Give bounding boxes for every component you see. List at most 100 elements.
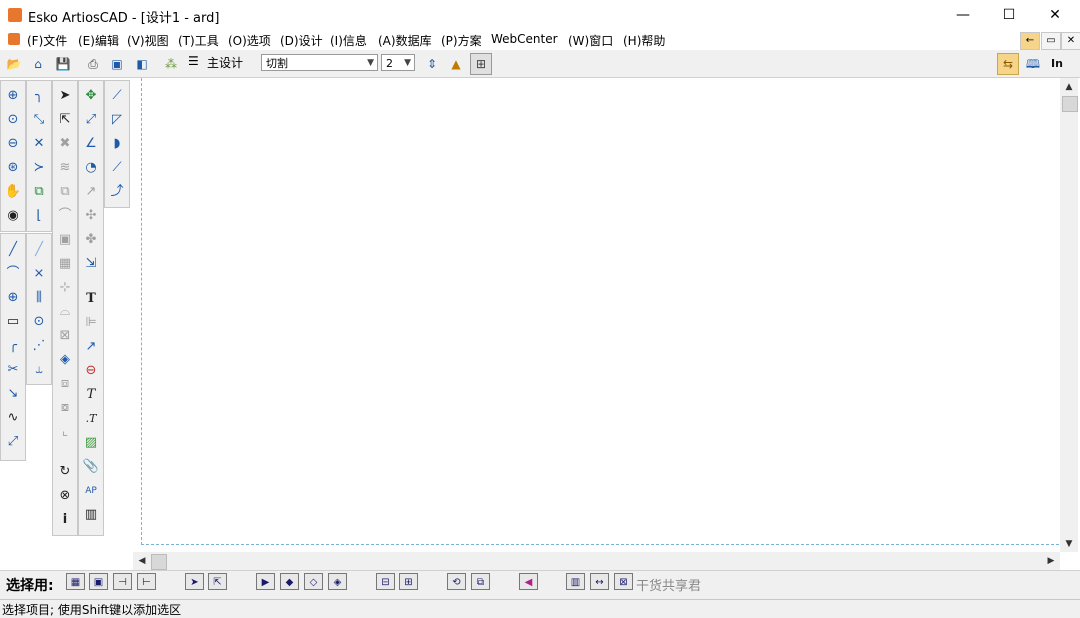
select-all-button[interactable]: ◈ <box>328 573 347 590</box>
select-pointer-button[interactable]: ➤ <box>185 573 204 590</box>
center-icon[interactable]: ⊙ <box>28 311 50 333</box>
scroll-down-icon[interactable]: ▼ <box>1061 536 1077 552</box>
bridge-icon[interactable]: ⥿ <box>28 359 50 381</box>
menu-tools[interactable]: (T)工具 <box>178 32 219 49</box>
curve2-grey-icon[interactable]: ⌓ <box>54 301 76 323</box>
adjust-icon[interactable]: ⤡ <box>28 109 50 131</box>
cross-icon[interactable]: ⨯ <box>28 263 50 285</box>
zoom-in-icon[interactable]: ⊕ <box>2 85 24 107</box>
dim-arc-icon[interactable]: ◗ <box>106 133 128 155</box>
spread-icon[interactable]: ⋰ <box>28 335 50 357</box>
text-italic-icon[interactable]: T <box>80 384 102 406</box>
dimension-icon[interactable]: ▲ <box>445 53 467 75</box>
dim-diag-icon[interactable]: ⟋ <box>106 157 128 179</box>
document-icon[interactable] <box>8 33 20 45</box>
rotate-icon[interactable]: ↻ <box>54 461 76 483</box>
menu-design[interactable]: (D)设计 <box>280 32 323 49</box>
select-multi-button[interactable]: ⇱ <box>208 573 227 590</box>
move-icon[interactable]: ✥ <box>80 85 102 107</box>
scroll-left-icon[interactable]: ◀ <box>134 553 150 569</box>
transform-icon[interactable]: ⇲ <box>80 253 102 275</box>
zoom-extents-icon[interactable]: ⊛ <box>2 157 24 179</box>
vertical-scroll-thumb[interactable] <box>1062 96 1078 112</box>
mdi-restore-left-button[interactable]: ← <box>1020 32 1040 50</box>
menu-window[interactable]: (W)窗口 <box>568 32 613 49</box>
arc-icon[interactable]: ⌒ <box>2 263 24 285</box>
stack-grey-icon[interactable]: ⧈ <box>54 373 76 395</box>
text-bold-icon[interactable]: T <box>80 288 102 310</box>
box3-grey-icon[interactable]: ⊠ <box>54 325 76 347</box>
3d-icon[interactable]: ◧ <box>131 53 153 75</box>
group-grey-icon[interactable]: ⧉ <box>54 181 76 203</box>
menu-info[interactable]: (I)信息 <box>330 32 367 49</box>
circle-icon[interactable]: ⊕ <box>2 287 24 309</box>
layer-icon[interactable]: ⁂ <box>160 53 182 75</box>
offset-icon[interactable]: ⌊ <box>28 205 50 227</box>
menu-help[interactable]: (H)帮助 <box>623 32 665 49</box>
horizontal-scroll-thumb[interactable] <box>151 554 167 570</box>
menu-file[interactable]: (F)文件 <box>27 32 67 49</box>
ap-icon[interactable]: AP <box>80 480 102 502</box>
select-pink-button[interactable]: ◀ <box>519 573 538 590</box>
pan-hand-icon[interactable]: ✋ <box>2 181 24 203</box>
select-join-button[interactable]: ▥ <box>566 573 585 590</box>
angle-icon[interactable]: ≻ <box>28 157 50 179</box>
info-icon[interactable]: i <box>54 509 76 531</box>
select-copy-button[interactable]: ⧉ <box>471 573 490 590</box>
vertical-scrollbar[interactable] <box>1060 78 1078 552</box>
close-button[interactable]: ✕ <box>1032 0 1078 30</box>
dim-angle-icon[interactable]: ◸ <box>106 109 128 131</box>
hatch-icon[interactable]: ▨ <box>80 432 102 454</box>
line-alt-icon[interactable]: ╱ <box>28 239 50 261</box>
units-toggle[interactable]: In <box>1046 53 1068 75</box>
delete-icon[interactable]: ✖ <box>54 133 76 155</box>
fillet-icon[interactable]: ╭ <box>2 335 24 357</box>
layers-grey-icon[interactable]: ≋ <box>54 157 76 179</box>
cube-icon[interactable]: ◈ <box>54 349 76 371</box>
mdi-restore-button[interactable]: ▭ <box>1041 32 1061 50</box>
menu-options[interactable]: (O)选项 <box>228 32 271 49</box>
scroll-right-icon[interactable]: ▶ <box>1043 553 1059 569</box>
align-grey-icon[interactable]: ⊫ <box>80 312 102 334</box>
select-frame-button[interactable]: ⊟ <box>376 573 395 590</box>
trim-x-icon[interactable]: ✕ <box>28 133 50 155</box>
back-icon[interactable]: ⇆ <box>997 53 1019 75</box>
move2-grey-icon[interactable]: ✣ <box>80 205 102 227</box>
grain-icon[interactable]: ⇕ <box>421 53 443 75</box>
ellipse-text-icon[interactable]: ⊖ <box>80 360 102 382</box>
select-icon[interactable]: ➤ <box>54 85 76 107</box>
select-rotate-button[interactable]: ⟲ <box>447 573 466 590</box>
box-grey-icon[interactable]: ▣ <box>54 229 76 251</box>
camera-icon[interactable]: ◉ <box>2 205 24 227</box>
menu-view[interactable]: (V)视图 <box>127 32 169 49</box>
extend-icon[interactable]: ↘ <box>2 383 24 405</box>
maximize-button[interactable]: ☐ <box>986 0 1032 30</box>
nodes-grey-icon[interactable]: ⊹ <box>54 277 76 299</box>
layer-select[interactable]: 切割 ▼ <box>261 54 378 71</box>
select-item-button[interactable]: ▦ <box>66 573 85 590</box>
barcode-icon[interactable]: ▥ <box>80 504 102 526</box>
select-next-button[interactable]: ▶ <box>256 573 275 590</box>
line-icon[interactable]: ╱ <box>2 239 24 261</box>
scroll-up-icon[interactable]: ▲ <box>1061 79 1077 95</box>
bezier-icon[interactable]: ∿ <box>2 407 24 429</box>
resize-icon[interactable]: ⤢ <box>80 109 102 131</box>
dim-line-icon[interactable]: ⟋ <box>106 85 128 107</box>
scale-icon[interactable]: ⧉ <box>28 181 50 203</box>
parallel-icon[interactable]: ⫼ <box>28 287 50 309</box>
radius-icon[interactable]: ◔ <box>80 157 102 179</box>
select-prev-button[interactable]: ◆ <box>280 573 299 590</box>
text-small-icon[interactable]: .T <box>80 408 102 430</box>
rectangle-icon[interactable]: ▭ <box>2 311 24 333</box>
curve-grey-icon[interactable]: ⌒ <box>54 205 76 227</box>
menu-webcenter[interactable]: WebCenter <box>491 32 558 46</box>
book-icon[interactable]: 🕮 <box>1022 53 1044 75</box>
stack3-grey-icon[interactable]: ⌞ <box>54 421 76 443</box>
box2-grey-icon[interactable]: ▦ <box>54 253 76 275</box>
select-layer-button[interactable]: ◇ <box>304 573 323 590</box>
menu-edit[interactable]: (E)编辑 <box>78 32 119 49</box>
save-icon[interactable]: 💾 <box>52 53 74 75</box>
select-line-button[interactable]: ⊣ <box>113 573 132 590</box>
print-icon[interactable]: ⎙ <box>82 53 104 75</box>
arrow-icon[interactable]: ↗ <box>80 336 102 358</box>
